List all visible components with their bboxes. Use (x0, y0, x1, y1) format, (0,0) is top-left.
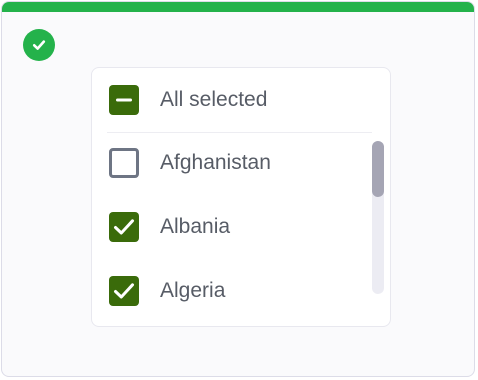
afghanistan-label: Afghanistan (160, 151, 271, 174)
list-item-afghanistan[interactable]: Afghanistan (109, 147, 271, 179)
select-all-row[interactable]: All selected (109, 84, 267, 116)
algeria-label: Algeria (160, 279, 226, 302)
select-all-checkbox[interactable] (109, 85, 139, 115)
albania-label: Albania (160, 215, 231, 238)
list-divider (107, 132, 372, 133)
algeria-checkbox[interactable] (109, 276, 139, 306)
afghanistan-checkbox[interactable] (109, 148, 139, 178)
success-top-bar (2, 2, 474, 12)
scrollbar-thumb[interactable] (372, 141, 384, 197)
card-container: All selected Afghanistan Albania Algeria (1, 1, 475, 377)
albania-checkbox[interactable] (109, 212, 139, 242)
multi-select-list: All selected Afghanistan Albania Algeria (91, 67, 391, 327)
list-item-albania[interactable]: Albania (109, 211, 230, 243)
success-check-icon (23, 29, 55, 61)
list-item-algeria[interactable]: Algeria (109, 275, 225, 307)
select-all-label: All selected (160, 88, 268, 111)
